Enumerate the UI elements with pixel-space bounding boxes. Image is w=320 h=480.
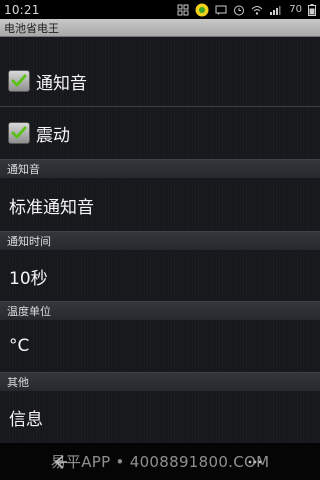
status-bar: 10:21 70 [0, 0, 320, 19]
app-title-bar: 电池省电王 [0, 19, 320, 37]
app-badge-icon [195, 3, 209, 17]
notify-time-value: 10秒 [9, 268, 48, 289]
wifi-icon [251, 4, 263, 16]
section-header-label: 其他 [7, 376, 29, 389]
notify-sound-checkbox[interactable] [8, 70, 30, 92]
notify-sound-value: 标准通知音 [9, 197, 94, 218]
section-header-label: 通知时间 [7, 235, 51, 248]
temperature-unit-value: °C [9, 336, 30, 356]
info-value: 信息 [9, 409, 43, 430]
vibrate-label: 震动 [36, 125, 70, 146]
battery-level: 70 [289, 4, 302, 15]
message-icon [215, 4, 227, 16]
section-header-notify-sound: 通知音 [0, 159, 320, 178]
info-value-row[interactable]: 信息 [0, 392, 320, 442]
divider [0, 106, 320, 107]
status-icons: 70 [177, 3, 320, 17]
bottom-navigation-bar: 易平APP • 4008891800.COM [0, 443, 320, 480]
alarm-icon [233, 4, 245, 16]
section-header-label: 温度单位 [7, 305, 51, 318]
grid-icon [177, 4, 189, 16]
notify-sound-checkbox-row[interactable]: 通知音 [0, 69, 320, 94]
watermark-text: 易平APP • 4008891800.COM [50, 453, 270, 471]
vibrate-checkbox[interactable] [8, 122, 30, 144]
menu-icon[interactable] [246, 453, 264, 471]
notify-sound-value-row[interactable]: 标准通知音 [0, 179, 320, 231]
battery-icon [308, 3, 316, 16]
checkmark-icon [11, 74, 27, 87]
checkmark-icon [11, 126, 27, 139]
notify-sound-label: 通知音 [36, 73, 87, 94]
section-header-label: 通知音 [7, 163, 40, 176]
signal-icon [269, 4, 281, 16]
vibrate-checkbox-row[interactable]: 震动 [0, 121, 320, 146]
status-time: 10:21 [4, 2, 40, 17]
app-title: 电池省电王 [4, 21, 59, 35]
section-header-temperature-unit: 温度单位 [0, 301, 320, 320]
settings-list[interactable]: 通知音 震动 通知音 标准通知音 通知时间 10秒 温度单位 °C 其他 信息 [0, 37, 320, 443]
temperature-unit-value-row[interactable]: °C [0, 321, 320, 371]
section-header-other: 其他 [0, 372, 320, 391]
section-header-notify-time: 通知时间 [0, 231, 320, 250]
back-icon[interactable] [52, 453, 70, 471]
notify-time-value-row[interactable]: 10秒 [0, 251, 320, 301]
